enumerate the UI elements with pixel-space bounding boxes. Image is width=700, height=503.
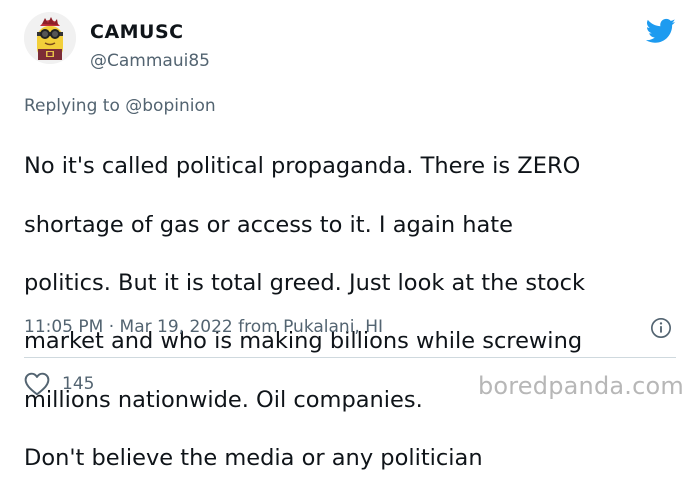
info-icon[interactable] — [650, 317, 672, 339]
tweet-line: Don't believe the media or any politicia… — [24, 445, 483, 472]
author-name[interactable]: CAMUSC — [90, 21, 184, 43]
minion-avatar-icon — [24, 12, 76, 64]
tweet-text: No it's called political propaganda. The… — [24, 123, 684, 503]
meta-separator: · — [108, 317, 115, 337]
tweet-time[interactable]: 11:05 PM — [24, 317, 103, 337]
like-count: 145 — [62, 374, 95, 394]
tweet-card: CAMUSC @Cammaui85 Replying to @bopinion … — [0, 0, 700, 471]
like-button[interactable]: 145 — [24, 371, 94, 397]
tweet-line: No it's called political propaganda. The… — [24, 153, 581, 180]
tweet-location: from Pukalani, HI — [238, 317, 384, 337]
avatar[interactable] — [24, 12, 76, 64]
tweet-meta: 11:05 PM · Mar 19, 2022 from Pukalani, H… — [24, 317, 383, 337]
author-handle[interactable]: @Cammaui85 — [90, 51, 210, 71]
reply-mention-link[interactable]: @bopinion — [125, 96, 215, 116]
twitter-bird-icon[interactable] — [646, 16, 676, 46]
tweet-date[interactable]: Mar 19, 2022 — [120, 317, 233, 337]
tweet-line: politics. But it is total greed. Just lo… — [24, 270, 586, 297]
replying-prefix: Replying to — [24, 96, 120, 116]
heart-icon[interactable] — [24, 372, 50, 396]
replying-to: Replying to @bopinion — [24, 96, 216, 116]
divider — [24, 357, 676, 358]
tweet-line: shortage of gas or access to it. I again… — [24, 211, 513, 238]
watermark: boredpanda.com — [477, 372, 684, 400]
